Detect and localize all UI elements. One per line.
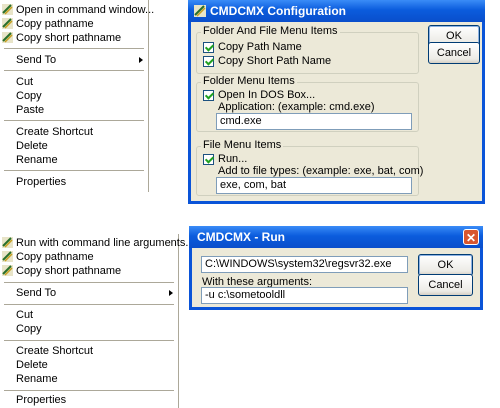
menu-item-label: Copy bbox=[16, 323, 42, 335]
command-icon bbox=[2, 251, 13, 262]
menu-item-cut[interactable]: Cut bbox=[0, 75, 148, 89]
menu-item-run-with-arguments[interactable]: Run with command line arguments... bbox=[0, 236, 195, 250]
menu-item-delete[interactable]: Delete bbox=[0, 139, 148, 153]
command-icon bbox=[2, 32, 13, 43]
menu-item-copy[interactable]: Copy bbox=[0, 322, 178, 336]
menu-item-label: Copy pathname bbox=[16, 18, 94, 30]
menu-item-label: Paste bbox=[16, 104, 45, 116]
menu-item-label: Cut bbox=[16, 309, 34, 321]
copy-short-path-name-label: Copy Short Path Name bbox=[218, 55, 332, 67]
menu-item-label: Send To bbox=[16, 54, 57, 66]
menu-item-label: Cut bbox=[16, 76, 34, 88]
menu-item-delete[interactable]: Delete bbox=[0, 358, 178, 372]
menu-item-label: Properties bbox=[16, 176, 67, 188]
menu-item-copy-short-pathname[interactable]: Copy short pathname bbox=[0, 31, 148, 45]
run-cancel-button[interactable]: Cancel bbox=[418, 274, 473, 296]
copy-short-path-name-checkbox[interactable] bbox=[203, 56, 214, 67]
menu-item-label: Delete bbox=[16, 140, 48, 152]
menu-separator bbox=[4, 48, 144, 49]
run-dialog-title: CMDCMX - Run bbox=[197, 230, 285, 244]
menu-item-copy-pathname[interactable]: Copy pathname bbox=[0, 250, 178, 264]
group-folder-and-file: Folder And File Menu Items bbox=[196, 25, 419, 74]
menu-item-send-to[interactable]: Send To bbox=[0, 53, 148, 67]
open-in-dos-box-checkbox[interactable] bbox=[203, 90, 214, 101]
menu-item-properties[interactable]: Properties bbox=[0, 175, 148, 189]
application-input[interactable]: cmd.exe bbox=[216, 113, 412, 130]
menu-item-label: Send To bbox=[16, 287, 57, 299]
run-ok-button[interactable]: OK bbox=[418, 254, 473, 276]
menu-separator bbox=[4, 390, 174, 391]
menu-item-label: Create Shortcut bbox=[16, 126, 94, 138]
menu-item-label: Open in command window... bbox=[16, 4, 155, 16]
group-legend: File Menu Items bbox=[201, 139, 284, 151]
context-menu-top: Open in command window... Copy pathname … bbox=[0, 0, 154, 192]
menu-item-cut[interactable]: Cut bbox=[0, 308, 178, 322]
file-types-input[interactable]: exe, com, bat bbox=[216, 177, 412, 194]
config-cancel-button[interactable]: Cancel bbox=[428, 42, 480, 64]
menu-item-send-to[interactable]: Send To bbox=[0, 286, 178, 300]
menu-item-rename[interactable]: Rename bbox=[0, 153, 148, 167]
menu-separator bbox=[4, 120, 144, 121]
menu-separator bbox=[4, 340, 174, 341]
menu-item-properties[interactable]: Properties bbox=[0, 393, 178, 407]
submenu-arrow-icon bbox=[139, 57, 143, 63]
application-label: Application: (example: cmd.exe) bbox=[218, 101, 375, 113]
menu-item-label: Copy bbox=[16, 90, 42, 102]
open-in-dos-box-label: Open In DOS Box... bbox=[218, 89, 316, 101]
menu-separator bbox=[4, 304, 174, 305]
run-checkbox[interactable] bbox=[203, 154, 214, 165]
menu-item-label: Copy pathname bbox=[16, 251, 94, 263]
command-icon bbox=[2, 18, 13, 29]
menu-item-label: Create Shortcut bbox=[16, 345, 94, 357]
program-path-input[interactable]: C:\WINDOWS\system32\regsvr32.exe bbox=[201, 256, 408, 273]
menu-item-copy-short-pathname[interactable]: Copy short pathname bbox=[0, 264, 178, 278]
group-legend: Folder And File Menu Items bbox=[201, 25, 340, 37]
run-dialog: CMDCMX - Run ✕ C:\WINDOWS\system32\regsv… bbox=[189, 226, 483, 310]
command-icon bbox=[2, 237, 13, 248]
close-icon[interactable]: ✕ bbox=[463, 229, 479, 245]
command-icon bbox=[2, 265, 13, 276]
menu-item-paste[interactable]: Paste bbox=[0, 103, 148, 117]
file-types-label: Add to file types: (example: exe, bat, c… bbox=[218, 165, 424, 177]
config-dialog: CMDCMX Configuration Folder And File Men… bbox=[188, 0, 485, 204]
arguments-input[interactable]: -u c:\sometooldll bbox=[201, 287, 408, 304]
run-dialog-titlebar[interactable]: CMDCMX - Run ✕ bbox=[189, 226, 483, 248]
copy-path-name-checkbox[interactable] bbox=[203, 42, 214, 53]
menu-item-copy-pathname[interactable]: Copy pathname bbox=[0, 17, 148, 31]
menu-item-rename[interactable]: Rename bbox=[0, 372, 178, 386]
menu-item-label: Rename bbox=[16, 154, 58, 166]
menu-item-label: Rename bbox=[16, 373, 58, 385]
menu-item-label: Copy short pathname bbox=[16, 265, 122, 277]
run-label: Run... bbox=[218, 153, 248, 165]
group-legend: Folder Menu Items bbox=[201, 75, 297, 87]
submenu-arrow-icon bbox=[169, 290, 173, 296]
command-icon bbox=[2, 4, 13, 15]
menu-item-label: Copy short pathname bbox=[16, 32, 122, 44]
config-dialog-title: CMDCMX Configuration bbox=[210, 4, 346, 18]
menu-item-copy[interactable]: Copy bbox=[0, 89, 148, 103]
menu-item-label: Run with command line arguments... bbox=[16, 237, 195, 249]
context-menu-bottom: Run with command line arguments... Copy … bbox=[0, 234, 195, 408]
config-dialog-titlebar[interactable]: CMDCMX Configuration bbox=[188, 0, 485, 22]
menu-item-label: Delete bbox=[16, 359, 48, 371]
menu-item-create-shortcut[interactable]: Create Shortcut bbox=[0, 344, 178, 358]
menu-item-label: Properties bbox=[16, 394, 67, 406]
menu-separator bbox=[4, 70, 144, 71]
menu-separator bbox=[4, 282, 174, 283]
copy-path-name-label: Copy Path Name bbox=[218, 41, 302, 53]
menu-item-open-in-command-window[interactable]: Open in command window... bbox=[0, 3, 154, 17]
app-icon bbox=[194, 5, 206, 17]
menu-item-create-shortcut[interactable]: Create Shortcut bbox=[0, 125, 148, 139]
menu-separator bbox=[4, 170, 144, 171]
